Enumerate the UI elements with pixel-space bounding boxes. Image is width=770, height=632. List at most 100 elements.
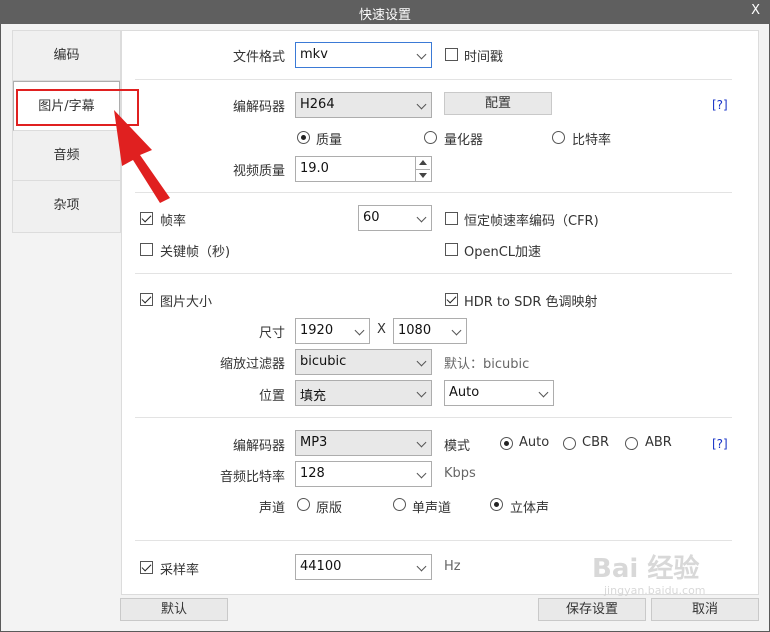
quality-stepper[interactable]: 19.0 — [295, 156, 432, 182]
quality-value: 19.0 — [300, 161, 329, 176]
cfr-label: 恒定帧速率编码（CFR) — [464, 214, 599, 229]
chevron-down-icon — [416, 99, 427, 110]
audio-mode-auto-label: Auto — [519, 435, 550, 450]
chevron-down-icon — [451, 325, 462, 336]
sidebar-item-encoding[interactable]: 编码 — [13, 31, 120, 81]
close-button[interactable]: X — [751, 3, 760, 18]
audio-bitrate-value: 128 — [300, 466, 325, 481]
fps-checkbox[interactable] — [140, 212, 153, 225]
filter-label: 缩放过滤器 — [219, 357, 285, 372]
audio-help-link[interactable]: [?] — [712, 437, 728, 451]
height-value: 1080 — [398, 323, 432, 338]
audio-bitrate-select[interactable]: 128 — [295, 461, 432, 487]
picture-size-checkbox[interactable] — [140, 293, 153, 306]
samplerate-unit: Hz — [444, 559, 461, 574]
opencl-label: OpenCL加速 — [464, 245, 542, 260]
width-select[interactable]: 1920 — [295, 318, 370, 344]
divider — [135, 192, 732, 193]
video-codec-label: 编解码器 — [232, 100, 285, 115]
position-select[interactable]: 填充 — [295, 380, 432, 406]
timestamp-checkbox[interactable] — [445, 48, 458, 61]
audio-mode-auto-radio[interactable] — [500, 437, 513, 450]
height-select[interactable]: 1080 — [393, 318, 467, 344]
fps-select[interactable]: 60 — [358, 205, 432, 231]
video-codec-select[interactable]: H264 — [295, 92, 432, 118]
mode-quantizer-radio[interactable] — [424, 131, 437, 144]
title-bar: 快速设置 X — [0, 0, 770, 24]
position-mode-select[interactable]: Auto — [444, 380, 554, 406]
channel-original-radio[interactable] — [297, 498, 310, 511]
fps-label: 帧率 — [160, 214, 187, 229]
chevron-down-icon — [416, 212, 427, 223]
watermark-logo: Bai 经验 — [592, 554, 700, 584]
keyframe-label: 关键帧（秒) — [160, 245, 231, 260]
channel-stereo-label: 立体声 — [510, 501, 550, 516]
config-button[interactable]: 配置 — [444, 92, 552, 115]
audio-mode-cbr-label: CBR — [582, 435, 610, 450]
video-help-link[interactable]: [?] — [712, 98, 728, 112]
channel-original-label: 原版 — [316, 501, 343, 516]
audio-mode-cbr-radio[interactable] — [563, 437, 576, 450]
chevron-down-icon — [416, 49, 427, 60]
audio-codec-label: 编解码器 — [232, 439, 285, 454]
filter-select[interactable]: bicubic — [295, 349, 432, 375]
cancel-button[interactable]: 取消 — [651, 598, 759, 621]
width-value: 1920 — [300, 323, 334, 338]
quality-label: 视频质量 — [232, 164, 285, 179]
audio-codec-value: MP3 — [300, 435, 328, 450]
format-value: mkv — [300, 47, 328, 62]
samplerate-label: 采样率 — [160, 563, 200, 578]
audio-bitrate-unit: Kbps — [444, 466, 476, 481]
opencl-checkbox[interactable] — [445, 243, 458, 256]
audio-mode-abr-radio[interactable] — [625, 437, 638, 450]
divider — [135, 79, 732, 80]
mode-bitrate-label: 比特率 — [572, 133, 612, 148]
channel-stereo-radio[interactable] — [490, 498, 503, 511]
picture-size-label: 图片大小 — [160, 295, 213, 310]
timestamp-label: 时间戳 — [464, 50, 504, 65]
format-label: 文件格式 — [232, 50, 285, 65]
channel-mono-label: 单声道 — [412, 501, 452, 516]
cfr-checkbox[interactable] — [445, 212, 458, 225]
position-label: 位置 — [258, 389, 285, 404]
channel-label: 声道 — [258, 501, 285, 516]
keyframe-checkbox[interactable] — [140, 243, 153, 256]
quality-spinner[interactable] — [415, 157, 430, 181]
save-settings-button[interactable]: 保存设置 — [538, 598, 646, 621]
spin-up-icon[interactable] — [416, 157, 430, 169]
red-arrow-icon — [114, 110, 170, 203]
filter-default-text: 默认：bicubic — [444, 357, 530, 372]
position-value: 填充 — [300, 389, 327, 404]
divider — [135, 417, 732, 418]
samplerate-select[interactable]: 44100 — [295, 554, 432, 580]
spin-down-icon[interactable] — [416, 169, 430, 181]
chevron-down-icon — [416, 387, 427, 398]
dims-label: 尺寸 — [258, 326, 285, 341]
audio-bitrate-label: 音频比特率 — [219, 470, 285, 485]
mode-quality-label: 质量 — [316, 133, 343, 148]
divider — [135, 273, 732, 274]
default-button[interactable]: 默认 — [120, 598, 228, 621]
samplerate-checkbox[interactable] — [140, 561, 153, 574]
channel-mono-radio[interactable] — [393, 498, 406, 511]
chevron-down-icon — [416, 561, 427, 572]
video-codec-value: H264 — [300, 97, 335, 112]
times-sign: X — [377, 322, 386, 337]
samplerate-value: 44100 — [300, 559, 342, 574]
mode-quantizer-label: 量化器 — [444, 133, 484, 148]
chevron-down-icon — [354, 325, 365, 336]
divider — [135, 540, 732, 541]
format-select[interactable]: mkv — [295, 42, 432, 68]
watermark-url: jingyan.baidu.com — [604, 584, 706, 597]
position-mode-value: Auto — [449, 385, 480, 400]
hdr-checkbox[interactable] — [445, 293, 458, 306]
fps-value: 60 — [363, 210, 380, 225]
audio-mode-abr-label: ABR — [645, 435, 672, 450]
chevron-down-icon — [416, 468, 427, 479]
filter-value: bicubic — [300, 354, 347, 369]
mode-bitrate-radio[interactable] — [552, 131, 565, 144]
hdr-label: HDR to SDR 色调映射 — [464, 295, 598, 310]
mode-quality-radio[interactable] — [297, 131, 310, 144]
audio-codec-select[interactable]: MP3 — [295, 430, 432, 456]
chevron-down-icon — [416, 356, 427, 367]
